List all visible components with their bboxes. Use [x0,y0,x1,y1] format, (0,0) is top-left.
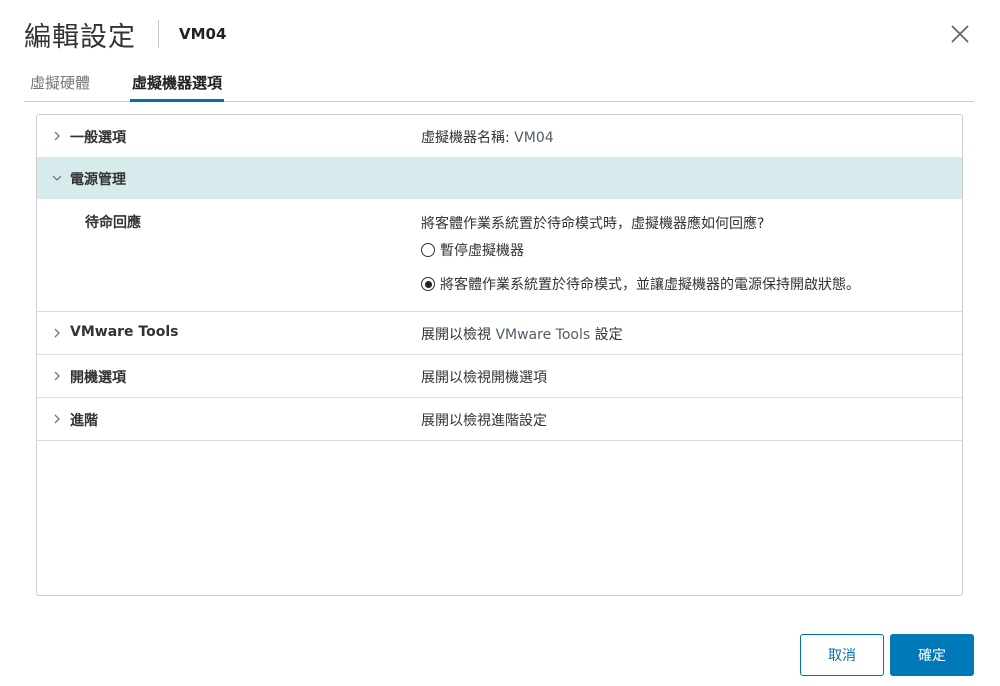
chevron-right-icon [54,328,60,338]
section-vmware-tools: VMware Tools 展開以檢視 VMware Tools 設定 [37,312,962,355]
section-vmware-tools-header[interactable]: VMware Tools 展開以檢視 VMware Tools 設定 [37,312,962,354]
radio-option-standby-keep-on[interactable]: 將客體作業系統置於待命模式，並讓虛擬機器的電源保持開啟狀態。 [421,274,860,294]
standby-response-label: 待命回應 [85,215,141,231]
vm-name: VM04 [179,25,227,43]
dialog-title: 編輯設定 [24,21,136,53]
section-advanced-value: 展開以檢視進階設定 [421,413,547,429]
ok-button[interactable]: 確定 [890,634,974,676]
cancel-button[interactable]: 取消 [800,634,884,676]
standby-question: 將客體作業系統置於待命模式時，虛擬機器應如何回應? [421,216,765,232]
options-panel: 一般選項 虛擬機器名稱: VM04 電源管理 待命回應 將客體作業系統置於待命模… [36,114,963,596]
vmware-tools-suffix: 設定 [590,327,623,343]
tab-virtual-hardware[interactable]: 虛擬硬體 [30,72,90,100]
section-power-header[interactable]: 電源管理 [37,157,962,199]
tab-bar: 虛擬硬體 虛擬機器選項 [24,68,974,102]
section-general-label: 一般選項 [70,130,126,146]
chevron-down-icon [52,175,62,181]
radio-option-standby-label: 將客體作業系統置於待命模式，並讓虛擬機器的電源保持開啟狀態。 [440,277,860,293]
section-advanced-label: 進階 [70,413,98,429]
section-general: 一般選項 虛擬機器名稱: VM04 [37,115,962,158]
section-power: 電源管理 待命回應 將客體作業系統置於待命模式時，虛擬機器應如何回應? 暫停虛擬… [37,157,962,312]
section-general-header[interactable]: 一般選項 虛擬機器名稱: VM04 [37,115,962,157]
tab-vm-options[interactable]: 虛擬機器選項 [129,72,225,102]
vm-name-value: VM04 [514,130,554,146]
radio-option-suspend-label: 暫停虛擬機器 [440,243,524,259]
dialog-header: 編輯設定 VM04 [24,14,226,54]
close-button[interactable] [948,22,972,46]
chevron-right-icon [54,371,60,381]
section-vmware-tools-value: 展開以檢視 VMware Tools 設定 [421,324,623,344]
radio-option-suspend[interactable]: 暫停虛擬機器 [421,240,524,260]
section-boot-value: 展開以檢視開機選項 [421,370,547,386]
section-boot-label: 開機選項 [70,370,126,386]
vmware-tools-highlight: VMware Tools [495,327,591,343]
chevron-right-icon [54,414,60,424]
chevron-right-icon [54,131,60,141]
vmware-tools-prefix: 展開以檢視 [421,327,496,343]
standby-response-body: 待命回應 將客體作業系統置於待命模式時，虛擬機器應如何回應? 暫停虛擬機器 將客… [37,199,962,311]
section-advanced: 進階 展開以檢視進階設定 [37,398,962,441]
section-advanced-header[interactable]: 進階 展開以檢視進階設定 [37,398,962,440]
vm-name-caption: 虛擬機器名稱: [421,130,515,146]
section-boot-header[interactable]: 開機選項 展開以檢視開機選項 [37,355,962,397]
section-power-label: 電源管理 [70,172,126,188]
section-vmware-tools-label: VMware Tools [70,324,179,340]
close-icon [951,25,969,43]
title-divider [158,20,159,48]
radio-checked-icon[interactable] [421,277,435,291]
section-boot: 開機選項 展開以檢視開機選項 [37,355,962,398]
section-general-value: 虛擬機器名稱: VM04 [421,127,554,147]
radio-unchecked-icon[interactable] [421,243,435,257]
